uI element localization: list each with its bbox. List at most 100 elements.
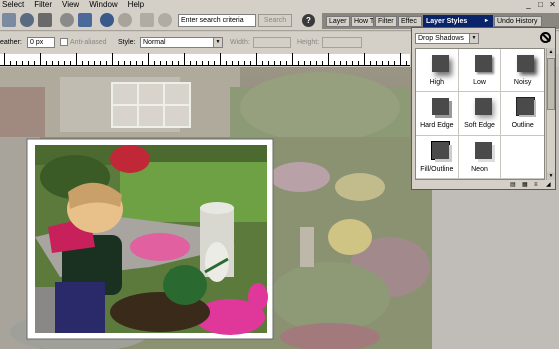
close-button[interactable]: ✕ xyxy=(548,0,557,9)
width-input[interactable] xyxy=(253,37,291,48)
ruler-tick xyxy=(118,61,119,65)
ruler-tick xyxy=(136,61,137,65)
swatch-noisy[interactable]: Noisy xyxy=(501,49,544,93)
ruler-tick xyxy=(262,61,263,65)
palette-scrollbar[interactable]: ▲ ▼ xyxy=(546,48,555,180)
palette-icon[interactable] xyxy=(140,13,154,27)
tab-how-to[interactable]: How T xyxy=(351,16,374,27)
ruler-tick xyxy=(4,53,5,65)
ruler-tick xyxy=(106,61,107,65)
swatch-label: High xyxy=(429,79,445,86)
menu-help[interactable]: Help xyxy=(123,0,149,9)
scroll-down-icon[interactable]: ▼ xyxy=(547,172,555,180)
ruler-tick xyxy=(238,61,239,65)
shadow-low-icon xyxy=(474,55,492,72)
ruler-tick xyxy=(310,61,311,65)
palette-footer: ▤ ▦ ≡ ◢ xyxy=(412,181,555,189)
menu-select[interactable]: Select xyxy=(0,0,29,9)
style-select[interactable]: Normal ▼ xyxy=(140,37,223,48)
ruler-tick xyxy=(268,61,269,65)
ruler-tick xyxy=(94,61,95,65)
minimize-button[interactable]: _ xyxy=(524,0,533,9)
window-controls: _ □ ✕ xyxy=(524,0,557,9)
tab-filters[interactable]: Filter xyxy=(375,16,397,27)
ruler-tick xyxy=(64,61,65,65)
ruler-tick xyxy=(328,53,329,65)
menu-window[interactable]: Window xyxy=(84,0,122,9)
style-label: Style: xyxy=(118,39,136,46)
ruler-tick xyxy=(28,61,29,65)
undo-icon[interactable] xyxy=(100,13,114,27)
document-image[interactable] xyxy=(0,67,432,349)
ruler-tick xyxy=(214,61,215,65)
resize-grip-icon[interactable]: ◢ xyxy=(546,181,551,189)
ruler-tick xyxy=(220,53,221,65)
style-select-value: Normal xyxy=(143,39,166,46)
search-button[interactable]: Search xyxy=(258,14,292,27)
scroll-thumb[interactable] xyxy=(547,58,555,110)
search-input[interactable]: Enter search criteria xyxy=(178,14,256,27)
tab-effects[interactable]: Effec xyxy=(398,16,422,27)
menu-view[interactable]: View xyxy=(57,0,84,9)
feather-label: eather: xyxy=(0,39,22,46)
list-view-icon[interactable]: ≡ xyxy=(534,181,538,189)
ruler-tick xyxy=(100,61,101,65)
ruler-tick xyxy=(172,61,173,65)
ruler-tick xyxy=(280,61,281,65)
chevron-down-icon: ▼ xyxy=(213,38,222,47)
shadow-noisy-icon xyxy=(517,55,535,72)
ruler-tick xyxy=(82,61,83,65)
maximize-button[interactable]: □ xyxy=(536,0,545,9)
swatch-outline[interactable]: Outline xyxy=(501,92,544,136)
ruler-tick xyxy=(88,61,89,65)
large-thumbnails-icon[interactable]: ▦ xyxy=(522,181,528,189)
swatch-label: Neon xyxy=(471,165,488,173)
swatch-label: Hard Edge xyxy=(420,122,454,130)
ruler-tick xyxy=(202,61,203,65)
swatch-label: Outline xyxy=(511,122,534,130)
ruler-tick xyxy=(166,61,167,65)
scroll-up-icon[interactable]: ▲ xyxy=(547,48,555,56)
swatch-label: Fill/Outline xyxy=(420,165,454,173)
stamp-icon[interactable] xyxy=(38,13,52,27)
swatch-fill-outline[interactable]: Fill/Outline xyxy=(416,135,459,179)
swatch-label: Soft Edge xyxy=(464,122,495,130)
swatch-high[interactable]: High xyxy=(416,49,459,93)
redo-icon[interactable] xyxy=(118,13,132,27)
brush-icon[interactable] xyxy=(78,13,92,27)
tab-undo-history[interactable]: Undo History xyxy=(494,16,542,27)
ruler-tick xyxy=(52,61,53,65)
lasso-icon[interactable] xyxy=(20,13,34,27)
style-category-select[interactable]: Drop Shadows ▼ xyxy=(415,33,479,44)
anti-aliased-checkbox[interactable] xyxy=(60,38,68,46)
swatch-neon[interactable]: Neon xyxy=(458,135,502,179)
swatch-label: Low xyxy=(473,79,486,86)
ruler-tick xyxy=(40,53,41,65)
eye-icon[interactable] xyxy=(60,13,74,27)
feather-input[interactable]: 0 px xyxy=(27,37,55,48)
swatch-soft-edge[interactable]: Soft Edge xyxy=(458,92,502,136)
rectangle-select-icon[interactable] xyxy=(2,13,16,27)
ruler-tick xyxy=(364,53,365,65)
ruler-tick xyxy=(46,61,47,65)
shadow-soft-edge-icon xyxy=(474,98,492,116)
height-label: Height: xyxy=(297,39,320,46)
small-thumbnails-icon[interactable]: ▤ xyxy=(510,181,516,189)
ruler-tick xyxy=(352,61,353,65)
swatch-hard-edge[interactable]: Hard Edge xyxy=(416,92,459,136)
ruler-tick xyxy=(244,61,245,65)
help-icon[interactable]: ? xyxy=(302,14,315,27)
clone-icon[interactable] xyxy=(158,13,172,27)
menu-bar: Select Filter View Window Help _ □ ✕ xyxy=(0,0,559,9)
tab-layers[interactable]: Layer xyxy=(326,16,350,27)
menu-filter[interactable]: Filter xyxy=(29,0,57,9)
ruler-tick xyxy=(184,53,185,65)
ruler-tick xyxy=(226,61,227,65)
ruler-tick xyxy=(322,61,323,65)
swatch-low[interactable]: Low xyxy=(458,49,502,93)
ruler-tick xyxy=(256,53,257,65)
ruler-tick xyxy=(304,61,305,65)
height-input[interactable] xyxy=(322,37,362,48)
clear-style-icon[interactable] xyxy=(540,32,551,43)
ruler-tick xyxy=(286,61,287,65)
